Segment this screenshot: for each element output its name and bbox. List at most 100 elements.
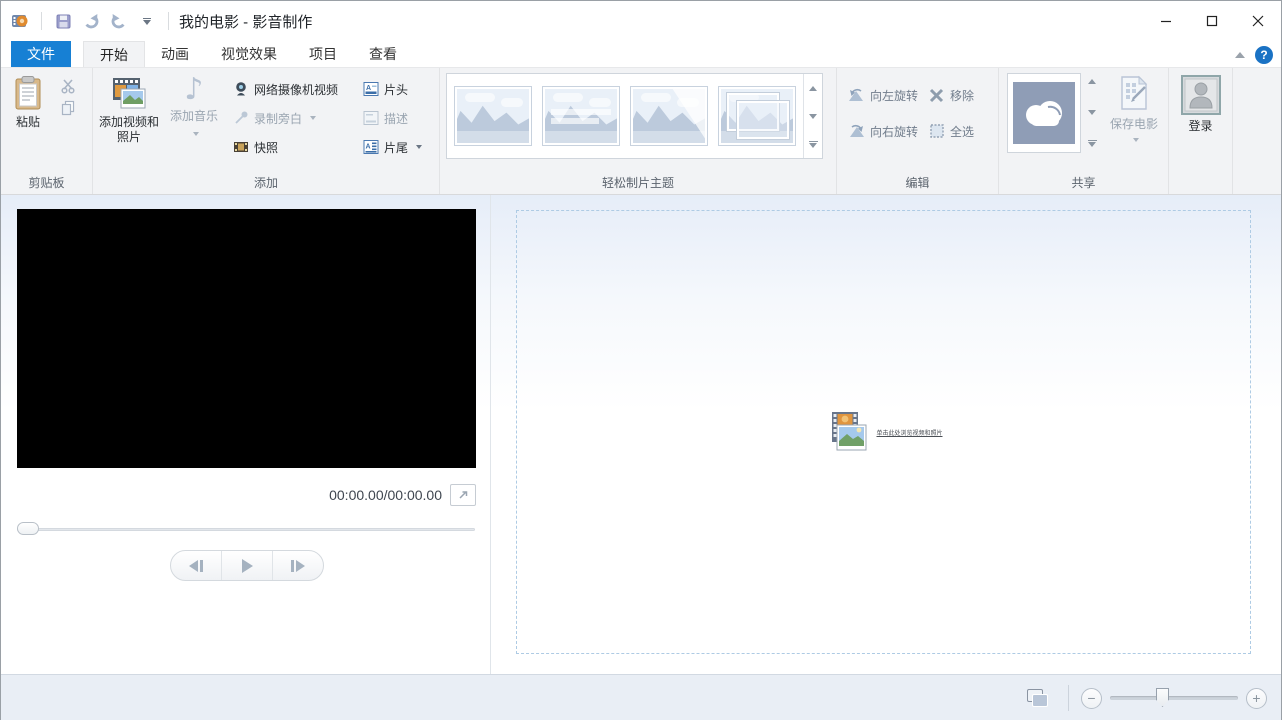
webcam-video-button[interactable]: 网络摄像机视频: [229, 77, 359, 101]
rotate-left-icon: [848, 87, 865, 104]
seek-bar[interactable]: [17, 521, 475, 537]
caption-icon: [362, 110, 379, 127]
copy-icon[interactable]: [60, 99, 77, 116]
paste-button[interactable]: 粘贴: [3, 71, 53, 167]
microphone-icon: [232, 110, 249, 127]
zoom-out-button[interactable]: −: [1081, 688, 1102, 709]
thumbnail-size-button[interactable]: [1022, 685, 1052, 711]
add-music-label: 添加音乐: [170, 109, 218, 124]
zoom-slider[interactable]: [1110, 687, 1238, 709]
remove-button[interactable]: 移除: [925, 83, 977, 107]
help-icon[interactable]: ?: [1255, 46, 1273, 64]
record-narration-label: 录制旁白: [254, 110, 302, 127]
previous-frame-button[interactable]: [171, 551, 221, 580]
sign-in-person-icon: [1181, 75, 1221, 115]
zoom-slider-thumb[interactable]: [1156, 688, 1169, 707]
share-onedrive-tile[interactable]: [1007, 73, 1081, 153]
add-music-dropdown-icon: [193, 132, 199, 136]
add-music-button[interactable]: ♪ 添加音乐: [163, 71, 225, 167]
minimize-button[interactable]: [1143, 1, 1189, 41]
snapshot-label: 快照: [254, 139, 278, 156]
tab-project[interactable]: 项目: [293, 41, 353, 67]
seek-thumb[interactable]: [17, 522, 39, 535]
play-button[interactable]: [221, 551, 272, 580]
add-music-icon: ♪: [184, 75, 203, 105]
ribbon-group-add: 添加视频和照片 ♪ 添加音乐: [93, 68, 440, 194]
play-icon: [242, 559, 253, 573]
group-label-share: 共享: [1001, 173, 1166, 193]
movie-maker-window: 我的电影 - 影音制作 文件 开始 动画 视觉效果 项目 查看 ?: [0, 0, 1282, 720]
seek-track[interactable]: [17, 528, 475, 531]
divider: [41, 12, 42, 30]
share-gallery-scrollbar: [1083, 73, 1101, 153]
record-narration-dropdown-icon: [310, 116, 316, 120]
theme-thumbnail-default[interactable]: [454, 86, 532, 146]
select-all-button[interactable]: 全选: [925, 119, 977, 143]
tab-file[interactable]: 文件: [11, 41, 71, 67]
tab-animations[interactable]: 动画: [145, 41, 205, 67]
transport-controls: [170, 550, 324, 581]
next-frame-button[interactable]: [272, 551, 323, 580]
caption-button[interactable]: 描述: [359, 106, 433, 130]
cut-icon[interactable]: [60, 77, 77, 94]
divider: [168, 12, 169, 30]
redo-icon[interactable]: [108, 10, 130, 32]
themes-scroll-up-icon[interactable]: [804, 74, 822, 102]
minimize-ribbon-icon[interactable]: [1235, 52, 1245, 58]
app-icon[interactable]: [9, 10, 31, 32]
zoom-slider-track[interactable]: [1110, 696, 1238, 700]
preview-pane: 00:00.00/00:00.00: [1, 195, 491, 674]
maximize-button[interactable]: [1189, 1, 1235, 41]
share-scroll-down-icon[interactable]: [1088, 110, 1096, 115]
tab-view[interactable]: 查看: [353, 41, 413, 67]
tab-visual-effects[interactable]: 视觉效果: [205, 41, 293, 67]
themes-expand-gallery-icon[interactable]: [804, 130, 822, 158]
ribbon-group-share: 保存电影 共享: [999, 68, 1169, 194]
undo-icon[interactable]: [80, 10, 102, 32]
storyboard-dropzone[interactable]: 单击此处浏览视频和照片: [516, 210, 1251, 654]
save-movie-button[interactable]: 保存电影: [1103, 71, 1165, 167]
zoom-in-button[interactable]: +: [1246, 688, 1267, 709]
title-icon: A: [362, 81, 379, 98]
theme-thumbnail-contemporary[interactable]: [542, 86, 620, 146]
app-icon-glyph: [10, 11, 30, 31]
group-label-themes: 轻松制片主题: [442, 173, 834, 193]
share-scroll-up-icon[interactable]: [1088, 79, 1096, 84]
previous-frame-icon: [189, 560, 198, 572]
playback-time: 00:00.00/00:00.00: [329, 487, 442, 503]
next-frame-icon: [296, 560, 305, 572]
rotate-right-icon: [848, 123, 865, 140]
video-preview[interactable]: [17, 209, 476, 468]
paste-icon: [12, 75, 44, 111]
snapshot-button[interactable]: 快照: [229, 135, 359, 159]
add-videos-photos-label: 添加视频和照片: [95, 115, 163, 145]
tab-home[interactable]: 开始: [83, 41, 145, 67]
snapshot-icon: [232, 139, 249, 156]
customize-quick-access-icon[interactable]: [136, 10, 158, 32]
share-expand-gallery-icon[interactable]: [1088, 140, 1097, 147]
close-button[interactable]: [1235, 1, 1281, 41]
storyboard-hint[interactable]: 单击此处浏览视频和照片: [876, 428, 942, 437]
status-bar: − +: [1, 674, 1281, 720]
select-all-label: 全选: [950, 123, 974, 140]
credits-button[interactable]: A 片尾: [359, 135, 433, 159]
credits-dropdown-icon: [416, 145, 422, 149]
rotate-left-label: 向左旋转: [870, 87, 918, 104]
fullscreen-button[interactable]: [450, 484, 476, 506]
divider: [1068, 685, 1069, 711]
save-icon[interactable]: [52, 10, 74, 32]
add-videos-photos-button[interactable]: 添加视频和照片: [95, 71, 163, 167]
select-all-icon: [928, 123, 945, 140]
rotate-left-button[interactable]: 向左旋转: [845, 83, 921, 107]
ribbon-group-automovie-themes: 轻松制片主题: [440, 68, 837, 194]
title-button[interactable]: A 片头: [359, 77, 433, 101]
theme-thumbnail-cinematic[interactable]: [630, 86, 708, 146]
themes-scroll-down-icon[interactable]: [804, 102, 822, 130]
remove-label: 移除: [950, 87, 974, 104]
theme-thumbnail-fade[interactable]: [718, 86, 796, 146]
caption-label: 描述: [384, 110, 408, 127]
themes-gallery: [446, 73, 823, 159]
sign-in-button[interactable]: 登录: [1173, 71, 1229, 167]
record-narration-button[interactable]: 录制旁白: [229, 106, 359, 130]
rotate-right-button[interactable]: 向右旋转: [845, 119, 921, 143]
